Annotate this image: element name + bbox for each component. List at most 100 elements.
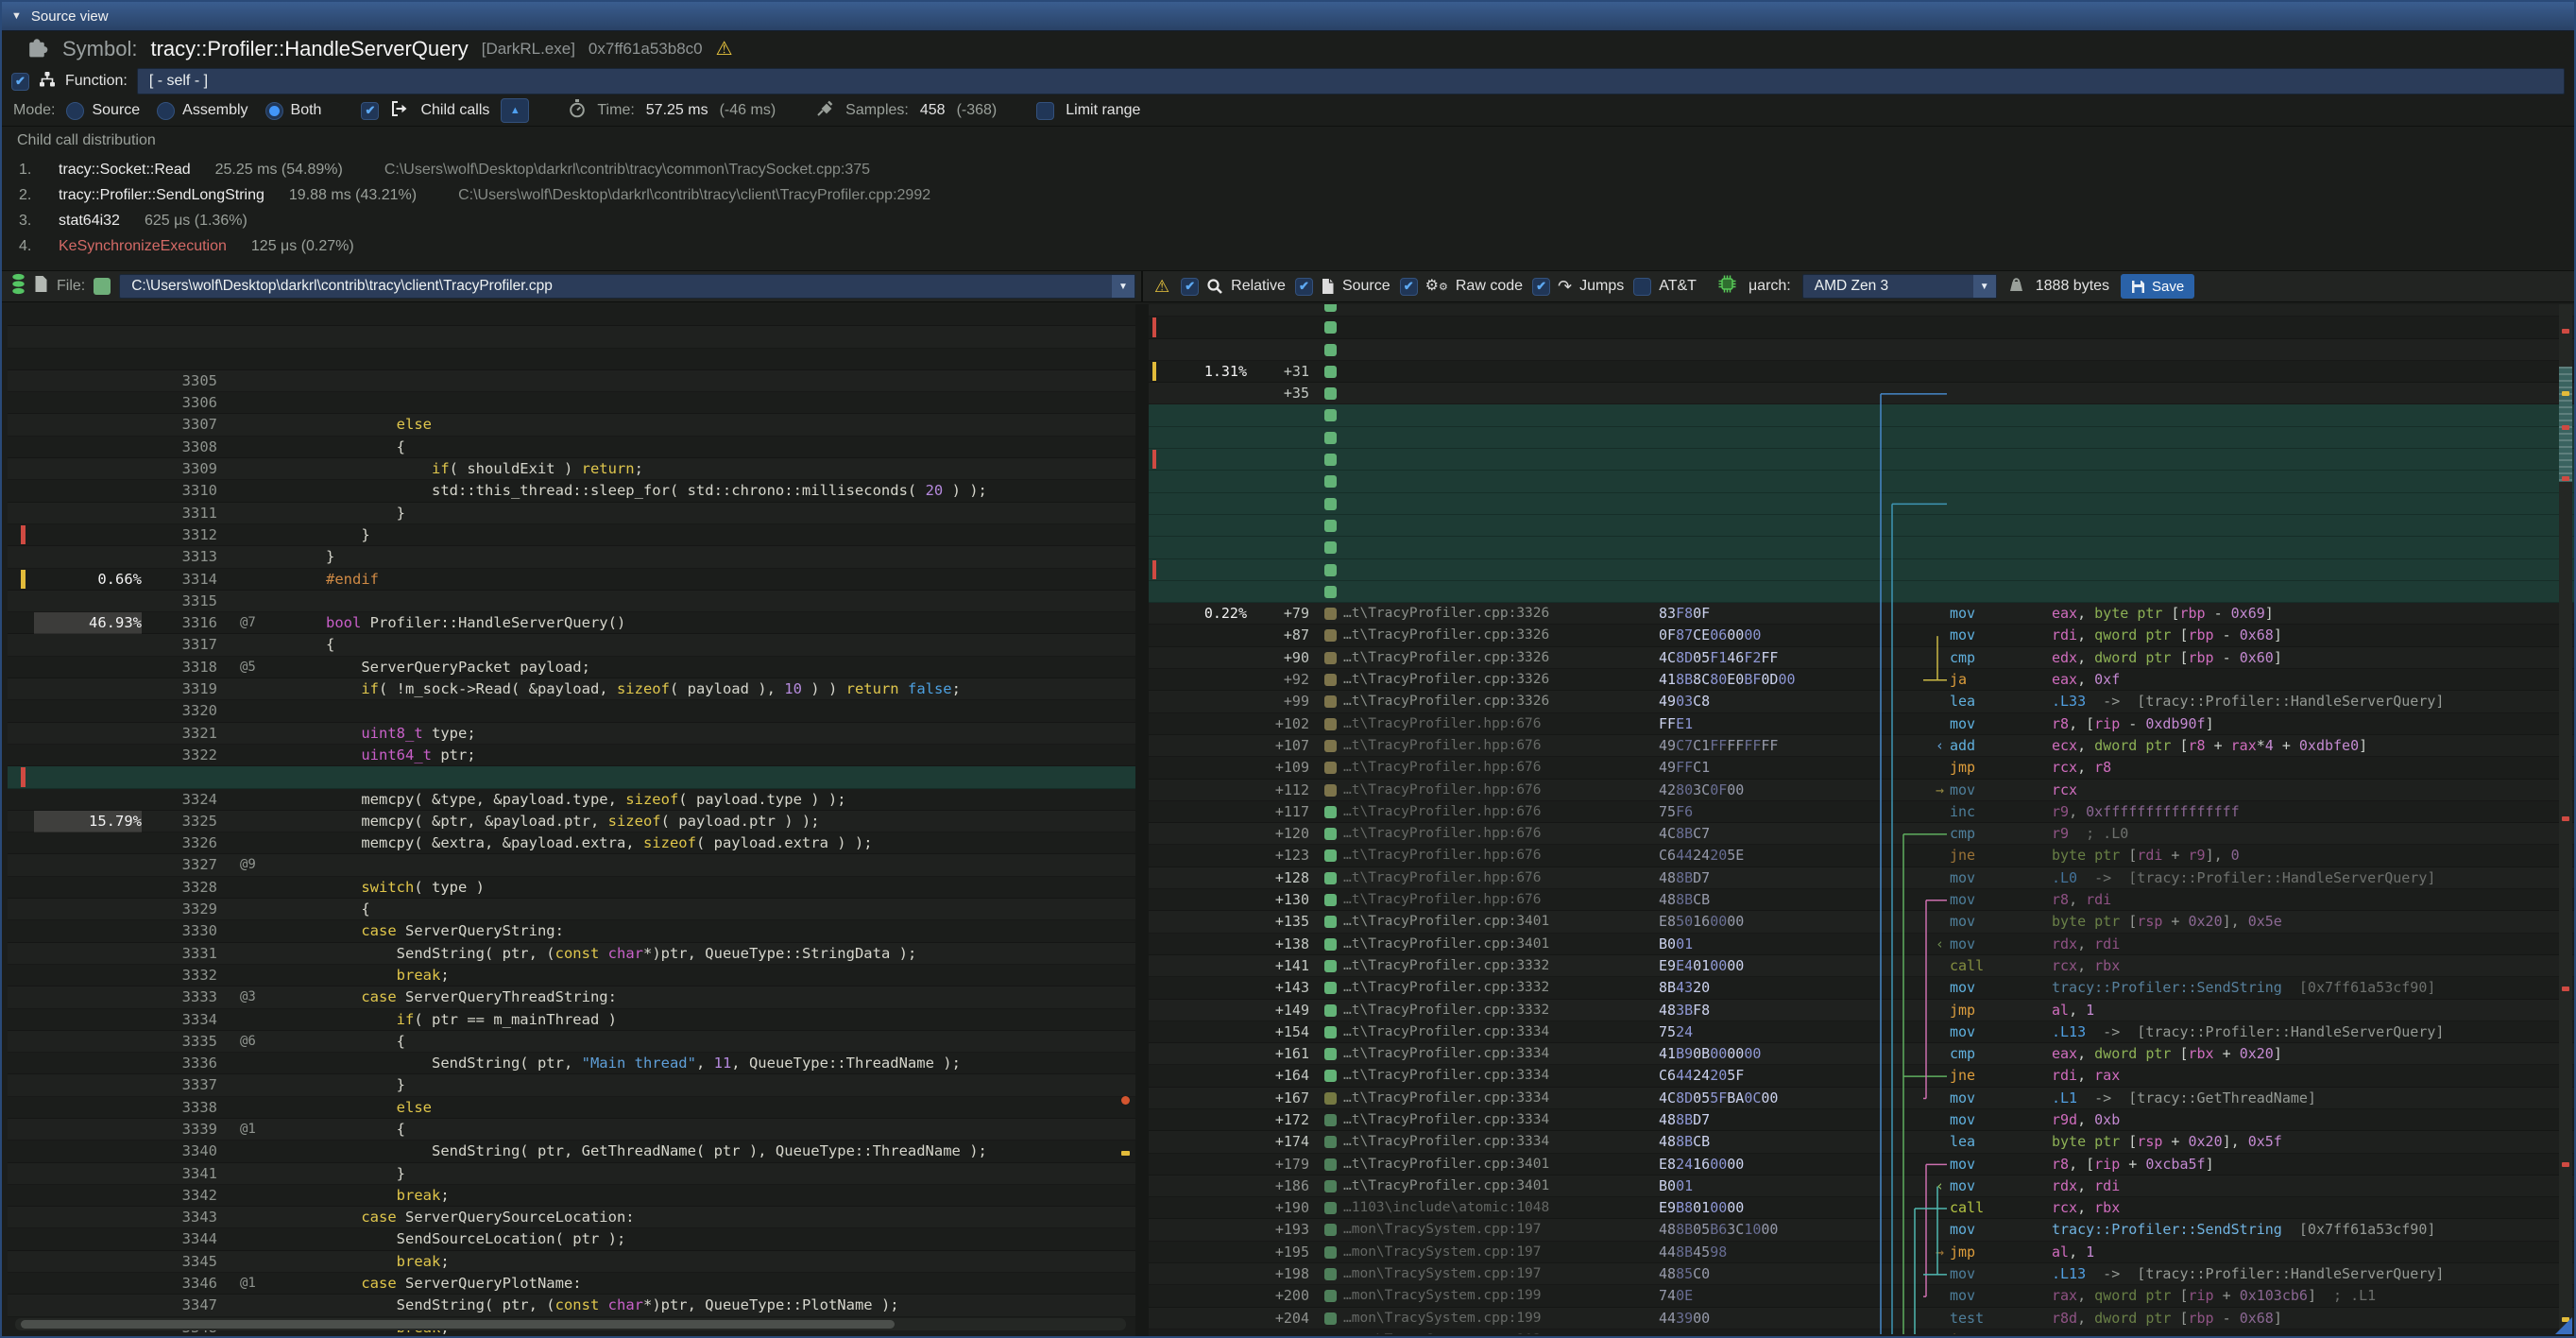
source-line[interactable]: 3325	[8, 745, 1135, 766]
source-line[interactable]: 3328 case ServerQueryString:	[8, 811, 1135, 832]
distribution-entry[interactable]: 2. tracy::Profiler::SendLongString 19.88…	[2, 182, 2574, 208]
source-line[interactable]: 3316 ServerQueryPacket payload;	[8, 546, 1135, 568]
asm-row[interactable]: 1.31% +35 …t\TracyProfiler.cpp:3317 488B…	[1149, 317, 2576, 338]
source-line[interactable]: 3320 uint64_t ptr;	[8, 634, 1135, 656]
source-line[interactable]: 3330 break;	[8, 854, 1135, 876]
source-line[interactable]: 3331 case ServerQueryThreadString:	[8, 877, 1135, 899]
source-line[interactable]: 3342 SendSourceLocation( ptr );	[8, 1119, 1135, 1141]
asm-row[interactable]: +92 …t\TracyProfiler.hpp:676 49C7C1FFFFF…	[1149, 603, 2576, 625]
source-line[interactable]: 3327 {	[8, 789, 1135, 811]
asm-row[interactable]: +109 …t\TracyProfiler.hpp:676 4C8BC7 mov…	[1149, 691, 2576, 712]
asm-row[interactable]: 45.41% +44 …t\TracyProfiler.cpp:3317 84C…	[1149, 361, 2576, 383]
source-line[interactable]: 3319 uint8_t type;	[8, 612, 1135, 634]
horizontal-scrollbar[interactable]	[15, 1318, 1126, 1330]
source-line[interactable]: 3345 @1 SendString( ptr, (const char*)pt…	[8, 1185, 1135, 1207]
asm-row[interactable]: +200 …mon\TracySystem.cpp:203 488B4010 m…	[1149, 1219, 2576, 1241]
toolbar-check-jumps[interactable]: ✔ ↷ Jumps	[1532, 278, 1624, 296]
toolbar-check-source[interactable]: ✔ Source	[1295, 278, 1390, 296]
asm-row[interactable]: +107 …t\TracyProfiler.hpp:676 75F6 jne .…	[1149, 669, 2576, 691]
asm-row[interactable]: +79 …t\TracyProfiler.cpp:3326 418B8C80E0…	[1149, 537, 2576, 558]
source-line[interactable]: 3314 bool Profiler::HandleServerQuery()	[8, 503, 1135, 524]
source-line[interactable]: 3308 std::this_thread::sleep_for( std::c…	[8, 370, 1135, 392]
source-line[interactable]: 3322 memcpy( &type, &payload.type, sizeo…	[8, 678, 1135, 700]
distribution-entry[interactable]: 3. stat64i32 625 μs (1.36%)	[2, 208, 2574, 233]
asm-row[interactable]: +130 …t\TracyProfiler.cpp:3401 E9E401000…	[1149, 823, 2576, 845]
source-line[interactable]: 3307 if( shouldExit ) return;	[8, 349, 1135, 370]
toolbar-check-raw-code[interactable]: ✔ ⚙⚙ Raw code	[1400, 278, 1523, 296]
source-line[interactable]: 3329 SendString( ptr, (const char*)ptr, …	[8, 832, 1135, 854]
asm-row[interactable]: +174 …t\TracyProfiler.cpp:3401 E9B801000…	[1149, 1065, 2576, 1087]
source-line[interactable]: 3341 case ServerQuerySourceLocation:	[8, 1097, 1135, 1119]
function-checkbox[interactable]: ✔	[11, 73, 29, 91]
asm-row[interactable]: +39 …t\TracyProfiler.cpp:3317 E824AA0000…	[1149, 339, 2576, 361]
distribution-entry[interactable]: 4. KeSynchronizeExecution 125 μs (0.27%)	[2, 233, 2574, 259]
save-button[interactable]: Save	[2121, 274, 2194, 299]
mode-radio-both[interactable]: Both	[265, 102, 322, 120]
chevron-down-icon[interactable]: ▼	[1973, 275, 1996, 298]
asm-row[interactable]: +204 …mon\TracySystem.cpp:203 4885C0 tes…	[1149, 1242, 2576, 1263]
source-line[interactable]: 3310 }	[8, 414, 1135, 436]
asm-row[interactable]: +143 …t\TracyProfiler.cpp:3334 41B90B000…	[1149, 911, 2576, 933]
file-combo[interactable]: C:\Users\wolf\Desktop\darkrl\contrib\tra…	[119, 274, 1135, 299]
source-line[interactable]: 3321 uint32_t extra;	[8, 657, 1135, 678]
collapse-triangle-icon[interactable]: ▼	[11, 10, 22, 22]
asm-row[interactable]: +149 …t\TracyProfiler.cpp:3334 C64424205…	[1149, 934, 2576, 955]
uarch-combo[interactable]: AMD Zen 3 ▼	[1802, 274, 1997, 299]
asm-row[interactable]: +198 …mon\TracySystem.cpp:199 744C je .L…	[1149, 1197, 2576, 1219]
source-line[interactable]: 3309 }	[8, 392, 1135, 414]
source-line[interactable]: 3344 case ServerQueryPlotName:	[8, 1163, 1135, 1185]
source-line[interactable]: 3334 @6 SendString( ptr, "Main thread", …	[8, 943, 1135, 965]
asm-row[interactable]: +195 …mon\TracySystem.cpp:199 443900 → c…	[1149, 1175, 2576, 1197]
asm-row[interactable]: +186 …mon\TracySystem.cpp:197 448B4598 m…	[1149, 1109, 2576, 1131]
asm-row[interactable]: +135 …t\TracyProfiler.cpp:3332 8B4320 mo…	[1149, 845, 2576, 866]
asm-row[interactable]: +161 …t\TracyProfiler.cpp:3334 488BD7 mo…	[1149, 977, 2576, 999]
source-line[interactable]: 3350 QueueCallstackFrame( ptr );	[8, 1295, 1135, 1316]
mode-radio-source[interactable]: Source	[66, 102, 140, 120]
source-line[interactable]: 3339 }	[8, 1053, 1135, 1074]
mode-radio-assembly[interactable]: Assembly	[157, 102, 247, 120]
source-line[interactable]: 0.66% 3315 @7 {	[8, 524, 1135, 546]
toolbar-check-at-t[interactable]: ✔ AT&T	[1633, 278, 1697, 296]
asm-row[interactable]: +123 …t\TracyProfiler.hpp:676 E850160000…	[1149, 780, 2576, 801]
asm-row[interactable]: +117 …t\TracyProfiler.hpp:676 488BD7 mov…	[1149, 735, 2576, 757]
asm-row[interactable]: +99 …t\TracyProfiler.hpp:676 49FFC1 → in…	[1149, 625, 2576, 646]
asm-row[interactable]: +207 …mon\TracySystem.cpp:203 75F2 jne .…	[1149, 1263, 2576, 1285]
asm-row[interactable]: +193 …mon\TracySystem.cpp:197 740E je .L…	[1149, 1154, 2576, 1175]
asm-row[interactable]: +90 …t\TracyProfiler.cpp:3326 FFE1 ‹ jmp…	[1149, 581, 2576, 603]
source-line[interactable]: 3323 memcpy( &ptr, &payload.ptr, sizeof(…	[8, 700, 1135, 722]
source-line[interactable]: 3340 break;	[8, 1074, 1135, 1096]
resize-grip[interactable]	[2555, 1317, 2572, 1334]
asm-row[interactable]: +63 …t\TracyProfiler.cpp:3326 83F80F cmp…	[1149, 471, 2576, 492]
source-line[interactable]: 3346 break;	[8, 1207, 1135, 1228]
toolbar-check-relative[interactable]: ✔ Relative	[1181, 278, 1286, 296]
source-line[interactable]: 3336 else	[8, 986, 1135, 1008]
asm-row[interactable]: 0.22% +87 …t\TracyProfiler.cpp:3326 4903…	[1149, 559, 2576, 581]
source-line[interactable]: 3318	[8, 591, 1135, 612]
chevron-down-icon[interactable]: ▼	[1112, 275, 1134, 298]
asm-row[interactable]: +72 …t\TracyProfiler.cpp:3326 4C8D05F146…	[1149, 515, 2576, 537]
asm-row[interactable]: +216 …mon\TracySystem.cpp:258 488BCE mov…	[1149, 1308, 2576, 1329]
source-line[interactable]: 3311 }	[8, 437, 1135, 458]
source-line[interactable]: 3332 @3 if( ptr == m_mainThread )	[8, 899, 1135, 920]
source-line[interactable]: 3343 break;	[8, 1141, 1135, 1162]
asm-row[interactable]: +167 …t\TracyProfiler.cpp:3334 E82416000…	[1149, 1021, 2576, 1043]
source-line[interactable]: 3324 memcpy( &extra, &payload.extra, siz…	[8, 723, 1135, 745]
source-line[interactable]: 3312 #endif	[8, 458, 1135, 480]
asm-row[interactable]: 15.50% +60 …t\TracyProfiler.cpp:3326 8B5…	[1149, 449, 2576, 471]
asm-row[interactable]: +164 …t\TracyProfiler.cpp:3334 488BCB mo…	[1149, 1000, 2576, 1021]
child-calls-checkbox[interactable]: ✔	[361, 102, 379, 120]
asm-row[interactable]: +138 …t\TracyProfiler.cpp:3332 483BF8 cm…	[1149, 867, 2576, 889]
asm-row[interactable]: +190 …mon\TracySystem.cpp:197 4885C0 tes…	[1149, 1131, 2576, 1153]
source-line[interactable]: 15.79% 3326 @9 switch( type )	[8, 766, 1135, 788]
limit-range-checkbox[interactable]: ✔	[1036, 102, 1054, 120]
source-line[interactable]: 3305 else	[8, 304, 1135, 326]
source-line[interactable]: 3349 case ServerQueryCallstackFrame:	[8, 1273, 1135, 1295]
source-line[interactable]: 3335 }	[8, 965, 1135, 986]
vertical-scrollbar-thumb[interactable]	[2559, 367, 2572, 482]
asm-row[interactable]: +179 …1103\include\atomic:1048 488B05B63…	[1149, 1088, 2576, 1109]
source-line[interactable]: 3338 @1 SendString( ptr, GetThreadName( …	[8, 1031, 1135, 1053]
source-line[interactable]: 46.93% 3317 @5 if( !m_sock->Read( &paylo…	[8, 569, 1135, 591]
asm-row[interactable]: +172 …t\TracyProfiler.cpp:3401 B001 mov …	[1149, 1043, 2576, 1065]
asm-row[interactable]: +120 …t\TracyProfiler.hpp:676 488BCB mov…	[1149, 757, 2576, 779]
asm-row[interactable]: +31 …t\TracyProfiler.cpp:3317 488D5597 l…	[1149, 304, 2576, 317]
